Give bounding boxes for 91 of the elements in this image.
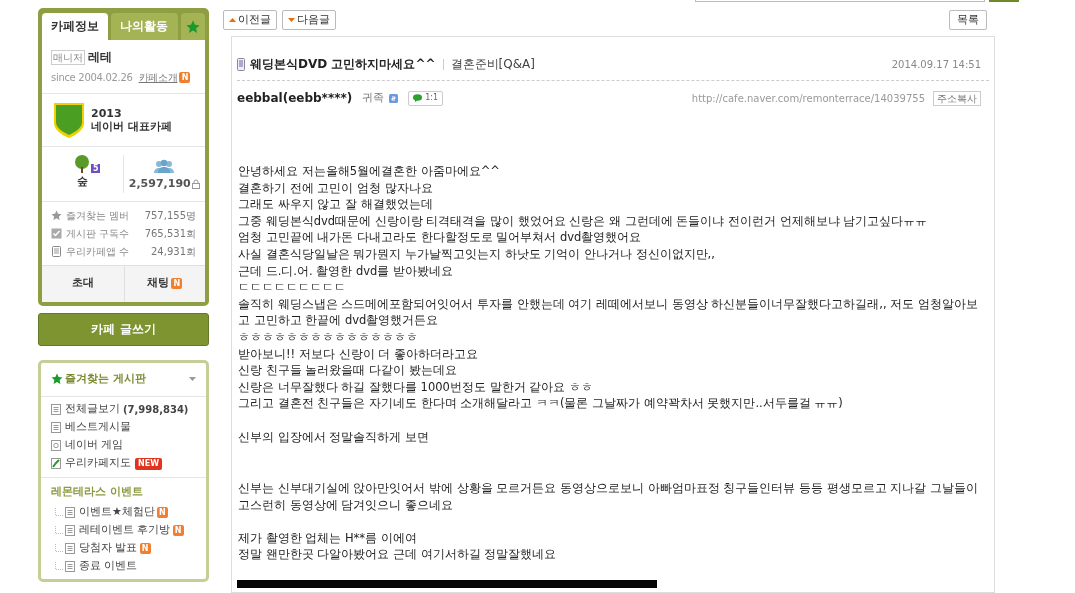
board-link[interactable]: 우리카페지도 — [65, 455, 131, 472]
stat-label: 우리카페앱 수 — [66, 244, 130, 259]
level-badge: 5 — [91, 164, 101, 173]
nav-button[interactable]: 다음글 — [282, 10, 336, 30]
post-category: 결혼준비[Q&A] — [450, 56, 535, 73]
document-icon — [65, 524, 75, 536]
caret-down-icon — [189, 377, 196, 381]
body-text: 사실 결혼식당일날은 뭐가뭔지 누가날찍고잇는지 하낫도 기억이 안나거나 정신이없지만,, — [238, 245, 716, 263]
favorites-title: 즐겨찾는 게시판 — [65, 370, 146, 387]
tree-line-icon — [55, 544, 63, 552]
caret-up-icon — [229, 18, 236, 22]
document-icon — [51, 422, 61, 433]
award-title: 네이버 대표카페 — [91, 120, 172, 133]
cafe-intro-link[interactable]: 카페소개 — [138, 70, 178, 85]
post-title: 웨딩본식DVD 고민하지마세요^^ — [250, 56, 436, 73]
caret-down-icon — [288, 18, 295, 22]
stat-value: 765,531회 — [144, 226, 196, 241]
tree-line-icon — [55, 508, 63, 516]
post-count: (7,998,834) — [123, 403, 189, 417]
award-shield-icon — [53, 102, 85, 138]
star-icon — [185, 19, 200, 34]
document-icon — [65, 542, 75, 554]
post-url: http://cafe.naver.com/remonterrace/14039755 — [691, 91, 925, 106]
game-icon — [51, 440, 61, 451]
grade-icon — [389, 93, 399, 103]
phone-icon — [51, 245, 62, 257]
tree-line-icon — [55, 562, 63, 570]
body-text: 엄청 고민끝에 내가돈 다내고라도 한다할정도로 밀어부쳐서 dvd촬영했어요 — [238, 229, 643, 246]
stat-value: 24,931회 — [151, 244, 196, 259]
body-text: 신부는 신부대기실에 앉아만잇어서 밖에 상황을 모르거든요 동영상으로보니 아빠엄마표정 칭구들인터뷰 등등 평생모르고 지나갈 그날들이 고스런히 동영상에 담겨잇으니 좋으네요 — [238, 480, 979, 514]
speech-bubble-icon — [413, 94, 423, 102]
body-text: 결혼하기 전에 고민이 엄청 많자나요 — [238, 179, 434, 197]
copy-address-button[interactable]: 주소복사 — [933, 90, 981, 106]
document-icon — [51, 404, 61, 415]
body-text: 정말 왠만한곳 다알아봤어요 근데 여기서하길 정말잘했네요 — [238, 546, 558, 564]
manager-name: 레테 — [88, 49, 112, 66]
body-text: 솔직히 웨딩스냅은 스드메에포함되어잇어서 투자를 안했는데 여기 레떼에서보니 동영상 하신분들이너무잘했다고하길래,, 저도 엄청알아보고 고민하고 한끝에 dvd촬영했거든요 — [238, 295, 979, 329]
award-year: 2013 — [91, 107, 123, 120]
board-link[interactable]: 종료 이벤트 — [79, 557, 138, 575]
board-link[interactable]: 당첨자 발표 — [79, 539, 138, 557]
body-text: ㄷㄷㄷㄷㄷㄷㄷㄷㄷ — [238, 279, 347, 296]
cafe-rank: 숲 — [76, 174, 88, 190]
new-badge: N — [139, 542, 151, 554]
body-text: 근데 드.디.어. 촬영한 dvd를 받아봤네요 — [238, 262, 454, 280]
tab[interactable]: 카페정보 — [42, 13, 109, 40]
body-text: 신부의 입장에서 정말솔직하게 보면 — [238, 428, 430, 446]
list-button[interactable]: 목록 — [949, 10, 987, 30]
manager-badge: 매니저 — [51, 49, 85, 65]
board-link[interactable]: 전체글보기 — [65, 401, 120, 418]
board-link[interactable]: 이벤트★체험단 — [79, 503, 155, 521]
body-text: 그중 웨딩본식dvd때문에 신랑이랑 티격태격을 많이 했었어요 신랑은 왜 그런데에 돈들이냐 전이런거 언제해보냐 남기고싶다ㅠㅠ — [238, 212, 929, 230]
stat-value: 757,155명 — [144, 208, 196, 223]
body-text: 받아보니!! 저보다 신랑이 더 좋아하더라고요 — [238, 345, 479, 363]
body-text: 제가 촬영한 업체는 H**름 이에여 — [238, 529, 418, 547]
new-badge: N — [156, 506, 168, 518]
star-icon — [51, 373, 63, 385]
board-link[interactable]: 레테이벤트 후기방 — [79, 521, 171, 539]
action-button[interactable]: 채팅 N — [123, 265, 205, 302]
map-icon — [51, 458, 61, 469]
people-icon — [154, 159, 175, 173]
post-date: 2014.09.17 14:51 — [891, 57, 981, 72]
member-grade: 귀족 — [362, 89, 385, 106]
body-text: 그리고 결혼전 친구들은 자기네도 한다며 소개해달라고 ㅋㅋ(물론 그날짜가 예약꽉차서 못했지만..서두를걸 ㅠㅠ) — [238, 395, 844, 412]
phone-icon — [237, 57, 245, 71]
star-icon — [51, 209, 62, 221]
new-badge: N — [172, 524, 184, 536]
board-link[interactable]: 네이버 게임 — [65, 437, 124, 454]
tree-line-icon — [55, 526, 63, 534]
lock-icon — [191, 179, 200, 190]
checkbox-icon — [51, 227, 62, 239]
since-date: since 2004.02.26 — [51, 71, 133, 85]
document-icon — [65, 506, 75, 518]
new-badge: N — [179, 72, 191, 83]
body-text: 안녕하세요 저는올해5월에결혼한 아줌마에요^^ — [238, 163, 501, 180]
nav-button[interactable]: 이전글 — [223, 10, 277, 30]
author-name: eebbal(eebb****) — [237, 90, 353, 107]
new-badge: NEW — [135, 457, 162, 470]
stat-label: 게시판 구독수 — [66, 226, 130, 241]
stat-label: 즐겨찾는 멤버 — [66, 208, 130, 223]
body-text: 그래도 싸우지 않고 잘 해결했었는데 — [238, 196, 434, 213]
body-text: ㅎㅎㅎㅎㅎㅎㅎㅎㅎㅎㅎㅎㅎㅎㅎ — [238, 328, 419, 346]
member-count: 2,597,190 — [128, 176, 191, 192]
new-badge: N — [171, 278, 183, 289]
document-icon — [65, 560, 75, 572]
body-text: 신랑은 너무잘했다 하길 잘했다를 1000번정도 말한거 같아요 ㅎㅎ — [238, 378, 594, 396]
favorite-tab[interactable] — [180, 13, 205, 40]
board-link[interactable]: 베스트게시물 — [65, 419, 131, 436]
chat-button[interactable]: 1:1 — [408, 90, 444, 106]
action-button[interactable]: 초대 — [42, 265, 124, 302]
body-text: 신랑 친구들 놀러왔을때 다같이 봤는데요 — [238, 362, 458, 379]
menu-group-title: 레몬테라스 이벤트 — [51, 483, 144, 500]
